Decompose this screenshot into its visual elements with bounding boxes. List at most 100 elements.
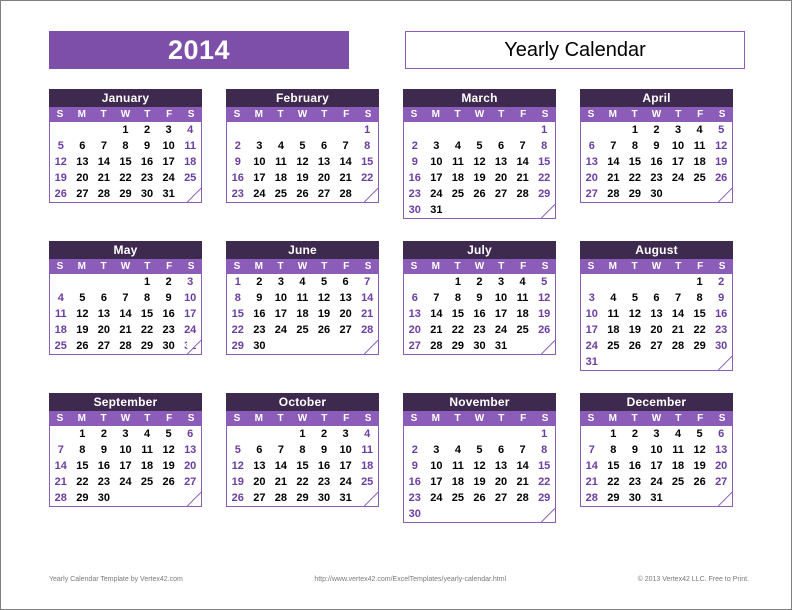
day-cell[interactable]: 26: [710, 170, 732, 186]
day-cell[interactable]: 5: [50, 138, 72, 154]
footer-url[interactable]: http://www.vertex42.com/ExcelTemplates/y…: [183, 576, 638, 583]
day-cell[interactable]: 18: [447, 170, 469, 186]
day-cell[interactable]: 27: [179, 474, 201, 490]
day-cell[interactable]: 18: [270, 170, 292, 186]
day-cell[interactable]: 14: [115, 306, 137, 322]
day-cell[interactable]: 18: [179, 154, 201, 170]
day-cell[interactable]: 1: [72, 426, 94, 442]
day-cell[interactable]: 29: [292, 490, 314, 506]
day-cell[interactable]: 29: [72, 490, 94, 506]
day-cell[interactable]: 2: [93, 426, 115, 442]
day-cell[interactable]: 12: [292, 154, 314, 170]
day-cell[interactable]: 8: [447, 290, 469, 306]
day-cell[interactable]: 13: [179, 442, 201, 458]
day-cell[interactable]: 22: [227, 322, 249, 338]
day-cell[interactable]: 19: [469, 170, 491, 186]
day-cell[interactable]: 14: [512, 458, 534, 474]
day-cell[interactable]: 15: [227, 306, 249, 322]
day-cell[interactable]: 6: [313, 138, 335, 154]
day-cell[interactable]: 31: [335, 490, 357, 506]
day-cell[interactable]: 14: [93, 154, 115, 170]
day-cell[interactable]: 25: [356, 474, 378, 490]
day-cell[interactable]: 8: [533, 442, 555, 458]
day-cell[interactable]: 16: [158, 306, 180, 322]
day-cell[interactable]: 12: [50, 154, 72, 170]
day-cell[interactable]: 29: [624, 186, 646, 202]
day-cell[interactable]: 24: [249, 186, 271, 202]
day-cell[interactable]: 24: [426, 186, 448, 202]
day-cell[interactable]: 4: [50, 290, 72, 306]
day-cell[interactable]: 12: [533, 290, 555, 306]
day-cell[interactable]: 28: [356, 322, 378, 338]
day-cell[interactable]: 18: [603, 322, 625, 338]
day-cell[interactable]: 26: [533, 322, 555, 338]
day-cell[interactable]: 22: [356, 170, 378, 186]
day-cell[interactable]: 5: [533, 274, 555, 290]
day-cell[interactable]: 10: [426, 154, 448, 170]
day-cell[interactable]: 10: [667, 138, 689, 154]
day-cell[interactable]: 29: [533, 490, 555, 506]
day-cell[interactable]: 2: [710, 274, 732, 290]
day-cell[interactable]: 17: [270, 306, 292, 322]
day-cell[interactable]: 7: [581, 442, 603, 458]
day-cell[interactable]: 13: [313, 154, 335, 170]
day-cell[interactable]: 3: [667, 122, 689, 138]
day-cell[interactable]: 16: [93, 458, 115, 474]
day-cell[interactable]: 20: [710, 458, 732, 474]
day-cell[interactable]: 21: [603, 170, 625, 186]
day-cell[interactable]: 21: [356, 306, 378, 322]
day-cell[interactable]: 1: [356, 122, 378, 138]
day-cell[interactable]: 12: [469, 154, 491, 170]
day-cell[interactable]: 20: [93, 322, 115, 338]
day-cell[interactable]: 25: [667, 474, 689, 490]
day-cell[interactable]: 12: [469, 458, 491, 474]
day-cell[interactable]: 26: [292, 186, 314, 202]
day-cell[interactable]: 30: [624, 490, 646, 506]
day-cell[interactable]: 12: [624, 306, 646, 322]
day-cell[interactable]: 26: [469, 490, 491, 506]
day-cell[interactable]: 8: [533, 138, 555, 154]
day-cell[interactable]: 18: [50, 322, 72, 338]
day-cell[interactable]: 4: [667, 426, 689, 442]
day-cell[interactable]: 15: [356, 154, 378, 170]
day-cell[interactable]: 27: [404, 338, 426, 354]
day-cell[interactable]: 28: [335, 186, 357, 202]
day-cell[interactable]: 6: [72, 138, 94, 154]
day-cell[interactable]: 24: [158, 170, 180, 186]
day-cell[interactable]: 17: [426, 474, 448, 490]
day-cell[interactable]: 8: [356, 138, 378, 154]
day-cell[interactable]: 21: [667, 322, 689, 338]
day-cell[interactable]: 5: [710, 122, 732, 138]
day-cell[interactable]: 11: [512, 290, 534, 306]
day-cell[interactable]: 26: [624, 338, 646, 354]
day-cell[interactable]: 4: [512, 274, 534, 290]
day-cell[interactable]: 22: [533, 170, 555, 186]
day-cell[interactable]: 4: [292, 274, 314, 290]
day-cell[interactable]: 24: [335, 474, 357, 490]
day-cell[interactable]: 20: [313, 170, 335, 186]
day-cell[interactable]: 30: [710, 338, 732, 354]
day-cell[interactable]: 28: [512, 186, 534, 202]
day-cell[interactable]: 13: [93, 306, 115, 322]
day-cell[interactable]: 13: [581, 154, 603, 170]
day-cell[interactable]: 24: [490, 322, 512, 338]
day-cell[interactable]: 13: [646, 306, 668, 322]
day-cell[interactable]: 19: [469, 474, 491, 490]
day-cell[interactable]: 29: [533, 186, 555, 202]
day-cell[interactable]: 8: [292, 442, 314, 458]
day-cell[interactable]: 27: [93, 338, 115, 354]
day-cell[interactable]: 11: [136, 442, 158, 458]
day-cell[interactable]: 7: [356, 274, 378, 290]
day-cell[interactable]: 17: [158, 154, 180, 170]
day-cell[interactable]: 30: [404, 506, 426, 522]
day-cell[interactable]: 1: [227, 274, 249, 290]
day-cell[interactable]: 13: [490, 154, 512, 170]
day-cell[interactable]: 12: [313, 290, 335, 306]
day-cell[interactable]: 9: [136, 138, 158, 154]
day-cell[interactable]: 18: [667, 458, 689, 474]
day-cell[interactable]: 15: [136, 306, 158, 322]
day-cell[interactable]: 5: [72, 290, 94, 306]
day-cell[interactable]: 8: [603, 442, 625, 458]
day-cell[interactable]: 20: [335, 306, 357, 322]
day-cell[interactable]: 14: [512, 154, 534, 170]
